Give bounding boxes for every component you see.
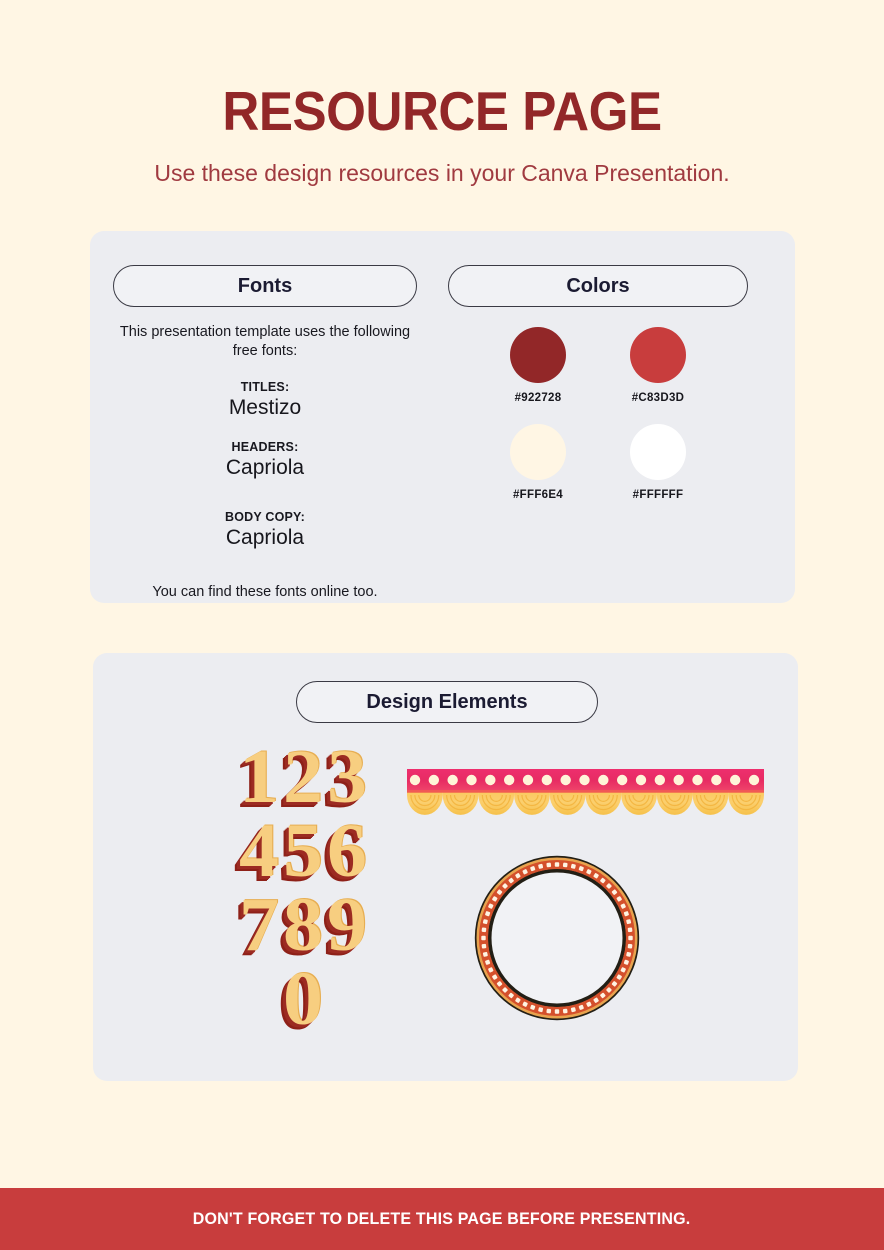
color-swatch: #C83D3D — [630, 327, 686, 404]
footer-warning-text: DON'T FORGET TO DELETE THIS PAGE BEFORE … — [193, 1209, 691, 1228]
numbers-row: 7 8 9 — [153, 882, 453, 967]
number-glyph: 9 — [327, 882, 367, 967]
font-group-titles: TITLES: Mestizo — [113, 380, 417, 420]
section-label-colors: Colors — [448, 265, 748, 307]
color-swatch: #FFFFFF — [630, 424, 686, 501]
page-subtitle: Use these design resources in your Canva… — [154, 160, 730, 186]
font-name-headers: Capriola — [225, 456, 305, 480]
font-role-body-copy: BODY COPY: — [224, 510, 306, 525]
color-swatch-hex: #922728 — [514, 392, 562, 404]
color-swatch-hex: #FFF6E4 — [512, 489, 564, 501]
number-glyph: 0 — [283, 956, 323, 1041]
page-header: RESOURCE PAGE Use these design resources… — [0, 0, 884, 186]
font-role-titles: TITLES: — [240, 380, 290, 395]
number-glyph: 1 — [239, 735, 279, 819]
color-swatch: #FFF6E4 — [510, 424, 566, 501]
colors-label-text: Colors — [566, 274, 630, 297]
color-swatch-dot — [510, 327, 566, 383]
number-glyph: 7 — [239, 882, 279, 967]
colors-column: #922728 #C83D3D #FFF6E4 #FFFFFF — [448, 327, 748, 501]
color-swatch: #922728 — [510, 327, 566, 404]
color-swatch-grid: #922728 #C83D3D #FFF6E4 #FFFFFF — [448, 327, 748, 501]
color-swatch-dot — [630, 327, 686, 383]
design-elements-panel: Design Elements 1 2 3 4 5 6 7 8 9 0 — [93, 653, 798, 1081]
color-swatch-hex: #FFFFFF — [632, 489, 684, 501]
page-title: RESOURCE PAGE — [222, 80, 662, 142]
marquee-scallop-banner-graphic — [403, 761, 768, 825]
font-group-headers: HEADERS: Capriola — [113, 440, 417, 480]
number-glyph: 4 — [239, 808, 279, 893]
numbers-row: 4 5 6 — [153, 808, 453, 893]
color-swatch-dot — [630, 424, 686, 480]
fonts-intro-text: This presentation template uses the foll… — [119, 324, 411, 359]
fonts-column: This presentation template uses the foll… — [113, 323, 417, 600]
section-label-fonts: Fonts — [113, 265, 417, 307]
design-elements-label-text: Design Elements — [366, 690, 528, 713]
number-glyph: 6 — [327, 808, 367, 893]
beaded-circle-frame-graphic — [472, 853, 642, 1023]
fonts-label-text: Fonts — [237, 274, 293, 297]
section-label-design-elements: Design Elements — [296, 681, 598, 723]
font-name-titles: Mestizo — [228, 396, 302, 420]
number-glyph: 8 — [283, 882, 323, 967]
font-role-headers: HEADERS: — [231, 440, 299, 455]
font-name-body-copy: Capriola — [225, 526, 305, 550]
font-group-body-copy: BODY COPY: Capriola — [113, 510, 417, 550]
fonts-outro-text: You can find these fonts online too. — [152, 584, 378, 601]
color-swatch-hex: #C83D3D — [631, 392, 685, 404]
footer-warning-bar: DON'T FORGET TO DELETE THIS PAGE BEFORE … — [0, 1188, 884, 1250]
color-swatch-dot — [510, 424, 566, 480]
number-glyph: 2 — [283, 735, 323, 819]
number-glyph: 3 — [327, 735, 367, 819]
number-glyph: 5 — [283, 808, 323, 893]
fonts-and-colors-panel: Fonts This presentation template uses th… — [90, 231, 795, 603]
numbers-row: 0 — [153, 956, 453, 1041]
